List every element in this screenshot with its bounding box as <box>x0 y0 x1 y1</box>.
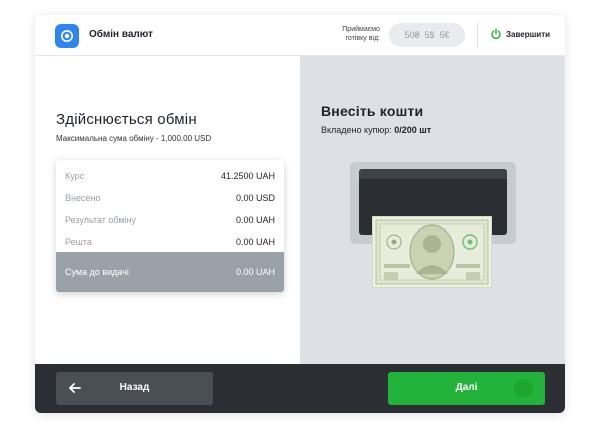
back-label: Назад <box>119 382 150 393</box>
finish-button[interactable]: Завершити <box>490 28 550 40</box>
finish-label: Завершити <box>506 29 551 39</box>
exchange-panel: Здійснюється обмін Максимальна сума обмі… <box>35 56 300 364</box>
exchange-summary-card: Курс 41.2500 UAH Внесено 0.00 USD Резуль… <box>56 160 284 292</box>
next-progress-icon <box>514 379 533 398</box>
accept-cash-label: Приймаємо готівку від: <box>342 26 380 42</box>
insert-cash-panel: Внесіть кошти Вкладено купюр: 0/200 шт <box>300 56 565 364</box>
deposited-row: Внесено 0.00 USD <box>65 193 275 203</box>
denomination-eur: 5€ <box>439 30 450 40</box>
power-icon <box>491 28 501 40</box>
footer: Назад Далі <box>35 364 565 413</box>
back-button[interactable]: Назад <box>56 372 213 405</box>
rate-row: Курс 41.2500 UAH <box>65 171 275 181</box>
app-logo-icon <box>55 24 79 48</box>
insert-title: Внесіть кошти <box>321 103 424 119</box>
header: Обмін валют Приймаємо готівку від: 50₴ 5… <box>35 15 565 56</box>
max-sum-text: Максимальна сума обміну - 1,000.00 USD <box>56 134 212 143</box>
inserted-count: Вкладено купюр: 0/200 шт <box>321 125 432 135</box>
header-divider <box>477 23 478 48</box>
inserted-count-value: 0/200 шт <box>394 125 432 135</box>
app-title: Обмін валют <box>89 29 153 40</box>
banknote-icon <box>372 216 492 288</box>
payout-total-row: Сума до видачі 0.00 UAH <box>56 252 284 292</box>
denomination-usd: 5$ <box>424 30 435 40</box>
app-window: Обмін валют Приймаємо готівку від: 50₴ 5… <box>35 15 565 413</box>
denomination-uah: 50₴ <box>404 30 420 40</box>
exchange-result-row: Результат обміну 0.00 UAH <box>65 215 275 225</box>
bill-slot-lip <box>359 169 507 179</box>
accepted-denominations: 50₴ 5$ 5€ <box>389 23 465 47</box>
change-row: Решта 0.00 UAH <box>65 237 275 247</box>
next-button[interactable]: Далі <box>388 372 545 405</box>
exchange-title: Здійснюється обмін <box>56 111 197 128</box>
